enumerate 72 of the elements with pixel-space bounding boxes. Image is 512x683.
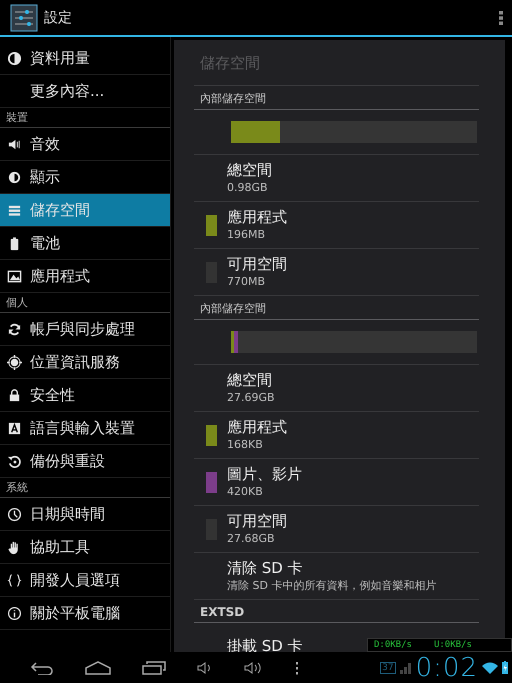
storage-row[interactable]: 應用程式 168KB: [194, 412, 479, 459]
brightness-icon: [7, 170, 22, 184]
settings-item[interactable]: 資料用量: [0, 42, 170, 75]
section-header: 內部儲存空間: [194, 296, 479, 320]
volume-down-icon[interactable]: [196, 660, 212, 674]
row-label: 總空間: [227, 161, 272, 180]
category-header: 系統: [0, 478, 170, 498]
category-header: 裝置: [0, 108, 170, 128]
storage-row[interactable]: 應用程式 196MB: [194, 202, 479, 249]
row-value: 168KB: [227, 437, 264, 452]
picture-frame-icon: [7, 268, 22, 284]
home-icon[interactable]: [84, 660, 110, 674]
settings-item[interactable]: 電池: [0, 227, 170, 260]
signal-icon: [400, 662, 412, 674]
row-value: 770MB: [227, 274, 266, 289]
recent-apps-icon[interactable]: [142, 660, 166, 674]
download-speed: D:0KB/s: [374, 640, 412, 650]
lock-icon: [7, 388, 22, 402]
storage-row[interactable]: 圖片、影片 420KB: [194, 459, 479, 506]
settings-item[interactable]: 位置資訊服務: [0, 346, 170, 379]
storage-row[interactable]: 總空間 0.98GB: [194, 155, 479, 202]
row-label: 可用空間: [227, 255, 287, 274]
wifi-icon: [482, 662, 498, 674]
settings-item[interactable]: 音效: [0, 128, 170, 161]
storage-row[interactable]: 總空間 27.69GB: [194, 365, 479, 412]
settings-item[interactable]: 儲存空間: [0, 194, 170, 227]
row-label: 總空間: [227, 371, 273, 390]
pie-chart-icon: [7, 50, 22, 66]
clock-icon: [7, 506, 22, 522]
settings-item[interactable]: 應用程式: [0, 260, 170, 293]
clock-time: 0:02: [416, 654, 478, 680]
row-label: 應用程式: [227, 418, 287, 437]
menu-icon[interactable]: [294, 660, 298, 674]
row-label: 可用空間: [227, 512, 287, 531]
row-value: 27.68GB: [227, 531, 276, 546]
settings-item[interactable]: 帳戶與同步處理: [0, 313, 170, 346]
settings-item[interactable]: 備份與重設: [0, 445, 170, 478]
overflow-menu-icon[interactable]: [498, 10, 504, 26]
row-label: 應用程式: [227, 208, 287, 227]
volume-up-icon[interactable]: [244, 660, 264, 674]
category-header: 個人: [0, 293, 170, 313]
row-value: 0.98GB: [227, 180, 269, 195]
sync-icon: [7, 322, 22, 336]
row-label: 清除 SD 卡: [227, 559, 304, 578]
settings-item[interactable]: 更多內容...: [0, 75, 170, 108]
row-value: 196MB: [227, 227, 266, 242]
row-value: 清除 SD 卡中的所有資料，例如音樂和相片: [227, 578, 436, 593]
settings-item[interactable]: 關於平板電腦: [0, 597, 170, 630]
upload-speed: U:0KB/s: [434, 640, 472, 650]
settings-item[interactable]: 開發人員選項: [0, 564, 170, 597]
settings-sliders-icon[interactable]: [10, 4, 38, 32]
settings-item[interactable]: 日期與時間: [0, 498, 170, 531]
braces-icon: [7, 572, 22, 588]
section-header: EXTSD: [194, 600, 479, 623]
panel-title: 儲存空間: [194, 40, 479, 86]
info-icon: [7, 606, 22, 620]
storage-row[interactable]: 清除 SD 卡 清除 SD 卡中的所有資料，例如音樂和相片: [194, 553, 479, 600]
settings-item[interactable]: 安全性: [0, 379, 170, 412]
section-header: 內部儲存空間: [194, 86, 479, 110]
settings-item[interactable]: 協助工具: [0, 531, 170, 564]
location-icon: [7, 354, 22, 370]
battery-charging-icon: [502, 661, 508, 674]
row-label: 圖片、影片: [227, 465, 302, 484]
back-icon[interactable]: [30, 660, 54, 674]
storage-row[interactable]: 可用空間 27.68GB: [194, 506, 479, 553]
restore-icon: [7, 454, 22, 468]
storage-row[interactable]: 可用空間 770MB: [194, 249, 479, 296]
keyboard-letter-icon: [7, 420, 22, 436]
screen-title: 設定: [44, 8, 73, 26]
settings-item[interactable]: 語言與輸入裝置: [0, 412, 170, 445]
row-value: 420KB: [227, 484, 264, 499]
row-value: 27.69GB: [227, 390, 275, 405]
